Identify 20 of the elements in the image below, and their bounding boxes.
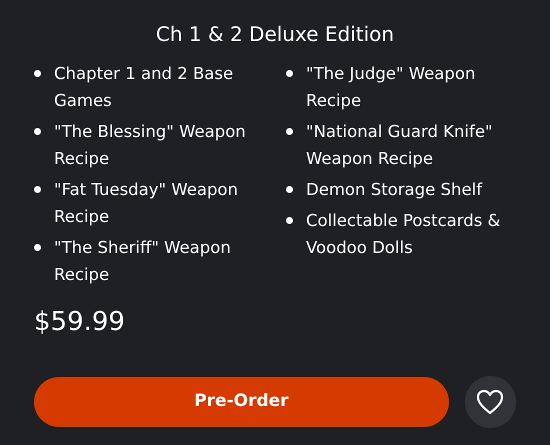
feature-item: Chapter 1 and 2 Base Games <box>54 63 234 112</box>
bullet-icon <box>286 128 293 135</box>
feature-item: "The Blessing" Weapon Recipe <box>54 121 247 170</box>
feature-item: Collectable Postcards & Voodoo Dolls <box>306 210 502 259</box>
price: $59.99 <box>34 306 126 338</box>
feature-item: "The Judge" Weapon Recipe <box>306 63 476 112</box>
bullet-icon <box>286 217 293 224</box>
bullet-icon <box>34 186 41 193</box>
edition-title: Ch 1 & 2 Deluxe Edition <box>154 21 396 48</box>
pre-order-button[interactable]: Pre-Order <box>34 377 449 427</box>
bullet-icon <box>286 70 293 77</box>
bullet-icon <box>286 186 293 193</box>
feature-item: Demon Storage Shelf <box>306 179 482 201</box>
bullet-icon <box>34 70 41 77</box>
bullet-icon <box>34 128 41 135</box>
feature-item: "The Sheriff" Weapon Recipe <box>54 237 232 286</box>
heart-icon <box>476 389 504 415</box>
bullet-icon <box>34 244 41 251</box>
feature-item: "National Guard Knife" Weapon Recipe <box>306 121 494 170</box>
feature-item: "Fat Tuesday" Weapon Recipe <box>54 179 239 228</box>
